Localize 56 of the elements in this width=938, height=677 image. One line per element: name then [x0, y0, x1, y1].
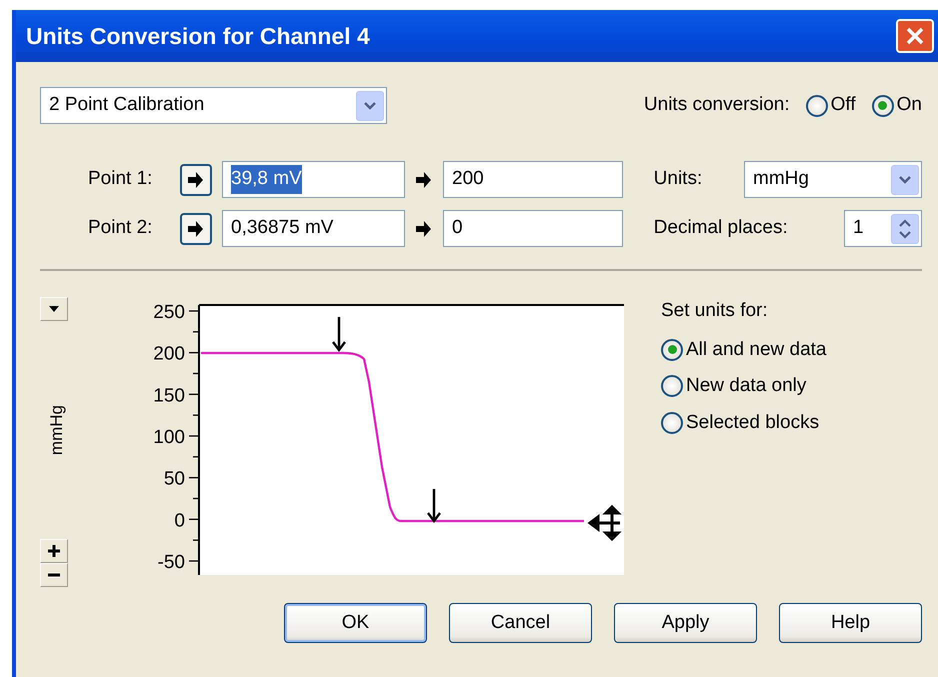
- close-button[interactable]: [896, 19, 934, 53]
- axis-title: mmHg: [46, 404, 67, 456]
- dialog-button[interactable]: Cancel: [449, 603, 592, 643]
- right-arrow-icon: [414, 218, 434, 238]
- radio-button[interactable]: [806, 94, 828, 116]
- tick-label: 50: [164, 468, 185, 490]
- units-conversion-label: Units conversion:: [644, 93, 790, 118]
- marker-arrow-icon[interactable]: [332, 316, 346, 352]
- radio-option[interactable]: Selected blocks: [661, 408, 826, 437]
- point-label: Point 1:: [88, 167, 154, 192]
- right-arrow-icon: [186, 218, 206, 238]
- calibration-dropdown[interactable]: 2 Point Calibration: [40, 87, 387, 124]
- capture-button[interactable]: [180, 164, 212, 196]
- set-units-label: Set units for:: [661, 299, 769, 323]
- input-field[interactable]: 0,36875 mV: [222, 210, 405, 247]
- zoom-out-button[interactable]: [40, 563, 68, 587]
- decimal-places-spinner[interactable]: 1: [844, 210, 922, 247]
- capture-button[interactable]: [180, 212, 212, 244]
- close-icon: [905, 26, 925, 46]
- dialog-button[interactable]: Help: [779, 603, 922, 643]
- radio-option[interactable]: Off: [806, 91, 856, 120]
- tick-label: 200: [153, 344, 185, 365]
- right-arrow-icon: [414, 170, 434, 190]
- tick-label: -50: [158, 552, 185, 573]
- tick-label: 0: [174, 510, 185, 532]
- radio-button[interactable]: [872, 94, 894, 116]
- input-field[interactable]: 39,8 mV: [222, 161, 405, 198]
- right-arrow-icon: [186, 170, 206, 190]
- chevron-down-icon: [363, 100, 377, 110]
- output-field[interactable]: 0: [443, 210, 623, 247]
- move-cursor-icon[interactable]: [588, 506, 622, 540]
- tick-label: 250: [153, 302, 185, 323]
- zoom-in-button[interactable]: [40, 539, 68, 563]
- marker-arrow-icon[interactable]: [426, 488, 442, 523]
- dialog-button[interactable]: OK: [284, 603, 427, 643]
- radio-option[interactable]: New data only: [661, 372, 826, 400]
- dialog-button[interactable]: Apply: [614, 603, 757, 643]
- chart-menu-button[interactable]: [40, 297, 68, 321]
- plus-icon: [47, 544, 61, 558]
- tick-label: 150: [153, 385, 185, 406]
- chevron-down-icon: [898, 174, 912, 184]
- point-label: Point 2:: [88, 216, 154, 240]
- units-dropdown[interactable]: mmHg: [744, 161, 922, 198]
- units-label: Units:: [654, 167, 702, 192]
- radio-option[interactable]: On: [872, 91, 922, 120]
- radio-button[interactable]: [661, 338, 683, 361]
- window-title: Units Conversion for Channel 4: [26, 22, 370, 51]
- decimal-places-label: Decimal places:: [654, 216, 788, 240]
- up-down-icon: [898, 218, 912, 240]
- tick-label: 100: [153, 427, 185, 448]
- radio-button[interactable]: [661, 375, 683, 398]
- caret-down-icon: [48, 305, 60, 313]
- radio-button[interactable]: [661, 412, 683, 434]
- spin-buttons[interactable]: [891, 214, 919, 244]
- output-field[interactable]: 200: [443, 161, 623, 198]
- radio-option[interactable]: All and new data: [661, 336, 826, 364]
